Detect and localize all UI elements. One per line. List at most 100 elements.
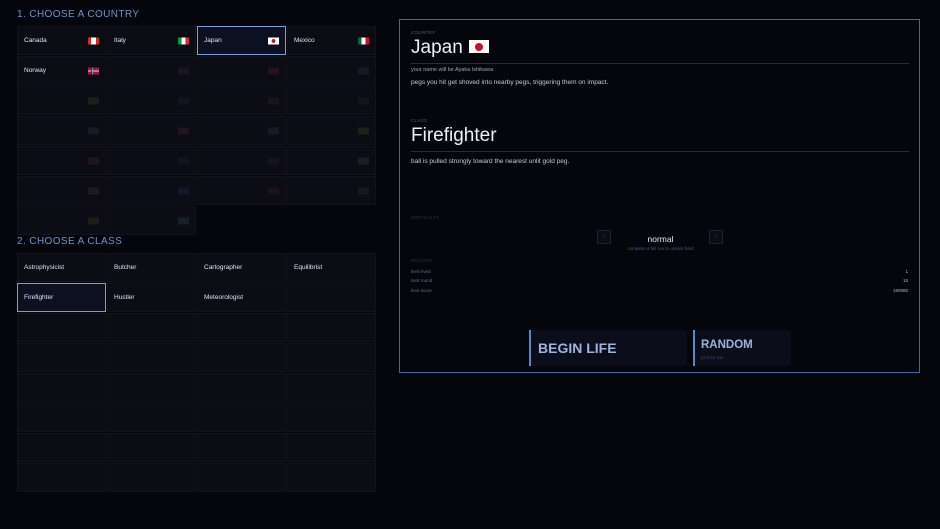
country-option-locked-22 (197, 176, 286, 205)
class-option-locked-20 (17, 403, 106, 432)
country-option-locked-14 (197, 116, 286, 145)
generic-j-flag-icon (268, 127, 279, 134)
generic-g-flag-icon (358, 97, 369, 104)
class-option-astrophysicist[interactable]: Astrophysicist (17, 253, 106, 282)
country-option-locked-7 (287, 56, 376, 85)
japan-flag-icon (268, 37, 279, 44)
country-option-canada[interactable]: Canada (17, 26, 106, 55)
generic-k-flag-icon (358, 127, 369, 134)
generic-s-flag-icon (358, 187, 369, 194)
divider (411, 63, 909, 64)
class-option-locked-7 (287, 283, 376, 312)
class-option-equilibrist[interactable]: Equilibrist (287, 253, 376, 282)
generic-h-flag-icon (88, 127, 99, 134)
class-option-locked-22 (197, 403, 286, 432)
generic-n-flag-icon (268, 157, 279, 164)
country-option-locked-8 (17, 86, 106, 115)
country-option-locked-19 (287, 146, 376, 175)
generic-e-flag-icon (178, 97, 189, 104)
class-effect-text: ball is pulled strongly toward the neare… (411, 158, 570, 165)
canada-flag-icon (88, 37, 99, 44)
japan-flag-icon (469, 40, 489, 53)
country-option-locked-17 (107, 146, 196, 175)
stat-value-best-round: 15 (902, 278, 908, 283)
country-option-locked-13 (107, 116, 196, 145)
country-option-norway[interactable]: Norway (17, 56, 106, 85)
class-option-locked-18 (197, 373, 286, 402)
class-option-locked-27 (287, 433, 376, 462)
country-grid: Canada Italy Japan Mexico Norway (17, 26, 376, 235)
country-option-locked-10 (197, 86, 286, 115)
selected-class-name: Firefighter (411, 125, 497, 146)
class-option-cartographer[interactable]: Cartographer (197, 253, 286, 282)
class-heading: CLASS (411, 118, 428, 123)
class-option-locked-14 (197, 343, 286, 372)
class-option-locked-28 (17, 463, 106, 492)
country-option-locked-6 (197, 56, 286, 85)
random-sub-label: pick for me (701, 355, 724, 360)
random-label: RANDOM (701, 339, 753, 351)
class-option-label: Firefighter (24, 294, 54, 301)
country-option-locked-25 (107, 206, 196, 235)
class-option-label: Butcher (114, 264, 137, 271)
class-option-butcher[interactable]: Butcher (107, 253, 196, 282)
class-option-label: Hustler (114, 294, 135, 301)
country-option-italy[interactable]: Italy (107, 26, 196, 55)
class-option-label: Astrophysicist (24, 264, 65, 271)
difficulty-value: normal (647, 234, 674, 244)
country-option-label: Canada (24, 37, 47, 44)
class-option-label: Cartographer (204, 264, 243, 271)
class-option-locked-11 (287, 313, 376, 342)
class-option-locked-13 (107, 343, 196, 372)
class-option-firefighter[interactable]: Firefighter (17, 283, 106, 312)
class-section-title: 2. CHOOSE A CLASS (17, 236, 123, 247)
generic-b-flag-icon (268, 67, 279, 74)
country-effect-text: pegs you hit get shoved into nearby pegs… (411, 79, 609, 86)
class-option-locked-16 (17, 373, 106, 402)
difficulty-heading: DIFFICULTY (411, 215, 440, 220)
country-section-title: 1. CHOOSE A COUNTRY (17, 9, 140, 20)
class-option-locked-8 (17, 313, 106, 342)
generic-m-flag-icon (178, 157, 189, 164)
record-heading: RECORD (411, 258, 433, 263)
generic-c-flag-icon (358, 67, 369, 74)
class-option-locked-31 (287, 463, 376, 492)
italy-flag-icon (178, 37, 189, 44)
class-option-locked-21 (107, 403, 196, 432)
generic-o-flag-icon (358, 157, 369, 164)
class-option-label: Meteorologist (204, 294, 244, 301)
selected-country-name: Japan (411, 37, 463, 58)
country-option-locked-9 (107, 86, 196, 115)
norway-flag-icon (88, 67, 99, 74)
class-option-locked-29 (107, 463, 196, 492)
difficulty-hint: complete a full run to unlock hard (627, 246, 694, 251)
country-option-label: Italy (114, 37, 126, 44)
country-option-label: Mexico (294, 37, 315, 44)
mexico-flag-icon (358, 37, 369, 44)
class-option-locked-17 (107, 373, 196, 402)
country-option-label: Norway (24, 67, 47, 74)
class-option-hustler[interactable]: Hustler (107, 283, 196, 312)
begin-life-button[interactable]: BEGIN LIFE (529, 330, 687, 366)
stat-label-lives: lives lived (411, 269, 431, 274)
class-option-meteorologist[interactable]: Meteorologist (197, 283, 286, 312)
difficulty-next-button[interactable]: › (709, 230, 723, 244)
begin-life-label: BEGIN LIFE (538, 340, 617, 356)
class-option-locked-24 (17, 433, 106, 462)
country-option-locked-11 (287, 86, 376, 115)
country-option-mexico[interactable]: Mexico (287, 26, 376, 55)
generic-a-flag-icon (178, 67, 189, 74)
country-option-locked-20 (17, 176, 106, 205)
country-option-japan[interactable]: Japan (197, 26, 286, 55)
random-button[interactable]: RANDOM pick for me (693, 330, 791, 366)
class-option-label: Equilibrist (294, 264, 323, 271)
class-option-locked-9 (107, 313, 196, 342)
selection-panel: COUNTRY Japan your name will be Ayaka Is… (399, 19, 920, 373)
class-option-locked-23 (287, 403, 376, 432)
generic-p-flag-icon (88, 187, 99, 194)
stat-label-best-score: best score (411, 288, 432, 293)
class-option-locked-25 (107, 433, 196, 462)
class-option-locked-19 (287, 373, 376, 402)
character-name-text: your name will be Ayaka Ishikawa (411, 67, 494, 73)
generic-l-flag-icon (88, 157, 99, 164)
